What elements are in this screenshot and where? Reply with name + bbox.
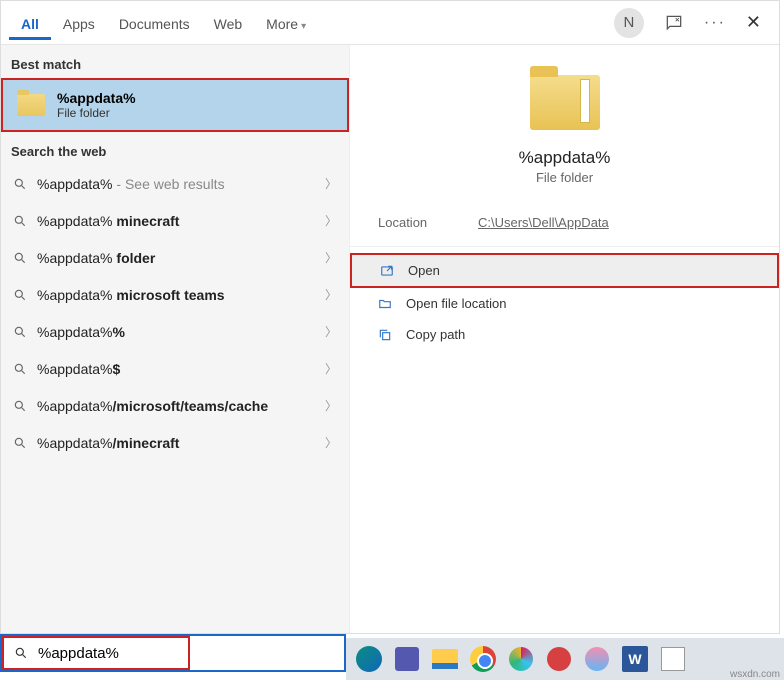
- taskbar-teams[interactable]: [390, 642, 424, 676]
- preview-title: %appdata%: [519, 148, 611, 168]
- location-link[interactable]: C:\Users\Dell\AppData: [478, 215, 609, 230]
- chevron-right-icon: 〉: [325, 360, 337, 377]
- best-match-label: Best match: [1, 45, 349, 78]
- web-result[interactable]: %appdata%/microsoft/teams/cache 〉: [1, 387, 349, 424]
- copy-path-action[interactable]: Copy path: [350, 319, 779, 350]
- search-value: %appdata%: [38, 645, 119, 662]
- folder-open-icon: [378, 297, 392, 311]
- tab-web[interactable]: Web: [202, 6, 255, 40]
- open-file-location-action[interactable]: Open file location: [350, 288, 779, 319]
- search-icon: [13, 436, 27, 450]
- taskbar-notepad[interactable]: [656, 642, 690, 676]
- web-result[interactable]: %appdata%/minecraft 〉: [1, 424, 349, 461]
- search-icon: [13, 325, 27, 339]
- web-result[interactable]: %appdata% folder 〉: [1, 239, 349, 276]
- taskbar-edge[interactable]: [352, 642, 386, 676]
- slack-icon: [509, 647, 533, 671]
- search-icon: [13, 362, 27, 376]
- chevron-right-icon: 〉: [325, 434, 337, 451]
- folder-icon: [17, 94, 45, 116]
- web-result[interactable]: %appdata% microsoft teams 〉: [1, 276, 349, 313]
- chevron-right-icon: 〉: [325, 323, 337, 340]
- taskbar-app[interactable]: [580, 642, 614, 676]
- chevron-right-icon: 〉: [325, 212, 337, 229]
- chevron-right-icon: 〉: [325, 249, 337, 266]
- web-result[interactable]: %appdata% - See web results 〉: [1, 165, 349, 202]
- edge-icon: [356, 646, 382, 672]
- taskbar-chrome[interactable]: [466, 642, 500, 676]
- results-list: Best match %appdata% File folder Search …: [1, 45, 349, 633]
- taskbar: W: [346, 638, 784, 680]
- search-input[interactable]: %appdata%: [0, 634, 346, 672]
- chevron-down-icon: ▾: [301, 21, 306, 32]
- web-result[interactable]: %appdata% minecraft 〉: [1, 202, 349, 239]
- chevron-right-icon: 〉: [325, 397, 337, 414]
- chevron-right-icon: 〉: [325, 286, 337, 303]
- open-action[interactable]: Open: [352, 255, 777, 286]
- chrome-icon: [470, 646, 496, 672]
- taskbar-file-explorer[interactable]: [428, 642, 462, 676]
- tab-documents[interactable]: Documents: [107, 6, 202, 40]
- web-result[interactable]: %appdata%% 〉: [1, 313, 349, 350]
- preview-pane: %appdata% File folder Location C:\Users\…: [349, 45, 779, 633]
- filter-tabs: All Apps Documents Web More▾ N ··· ✕: [1, 1, 779, 45]
- search-icon: [13, 177, 27, 191]
- best-match-result[interactable]: %appdata% File folder: [3, 80, 347, 130]
- copy-icon: [378, 328, 392, 342]
- taskbar-slack[interactable]: [504, 642, 538, 676]
- tab-apps[interactable]: Apps: [51, 6, 107, 40]
- search-icon: [13, 399, 27, 413]
- search-icon: [14, 646, 28, 660]
- chevron-right-icon: 〉: [325, 175, 337, 192]
- best-match-subtitle: File folder: [57, 106, 136, 120]
- best-match-title: %appdata%: [57, 90, 136, 106]
- file-explorer-icon: [432, 649, 458, 669]
- web-result[interactable]: %appdata%$ 〉: [1, 350, 349, 387]
- search-web-label: Search the web: [1, 132, 349, 165]
- tab-all[interactable]: All: [9, 6, 51, 40]
- close-icon[interactable]: ✕: [746, 12, 761, 33]
- search-panel: All Apps Documents Web More▾ N ··· ✕ Bes…: [0, 0, 780, 634]
- more-options-icon[interactable]: ···: [704, 14, 726, 32]
- app-icon: [547, 647, 571, 671]
- open-icon: [380, 264, 394, 278]
- location-label: Location: [378, 215, 478, 230]
- tab-more[interactable]: More▾: [254, 6, 318, 40]
- folder-icon: [530, 75, 600, 130]
- search-icon: [13, 214, 27, 228]
- taskbar-word[interactable]: W: [618, 642, 652, 676]
- word-icon: W: [622, 646, 648, 672]
- search-icon: [13, 251, 27, 265]
- teams-icon: [395, 647, 419, 671]
- user-avatar[interactable]: N: [614, 8, 644, 38]
- watermark: wsxdn.com: [730, 669, 780, 680]
- notepad-icon: [661, 647, 685, 671]
- preview-subtitle: File folder: [536, 170, 593, 185]
- search-icon: [13, 288, 27, 302]
- app-icon: [585, 647, 609, 671]
- taskbar-app[interactable]: [542, 642, 576, 676]
- feedback-icon[interactable]: [664, 13, 684, 33]
